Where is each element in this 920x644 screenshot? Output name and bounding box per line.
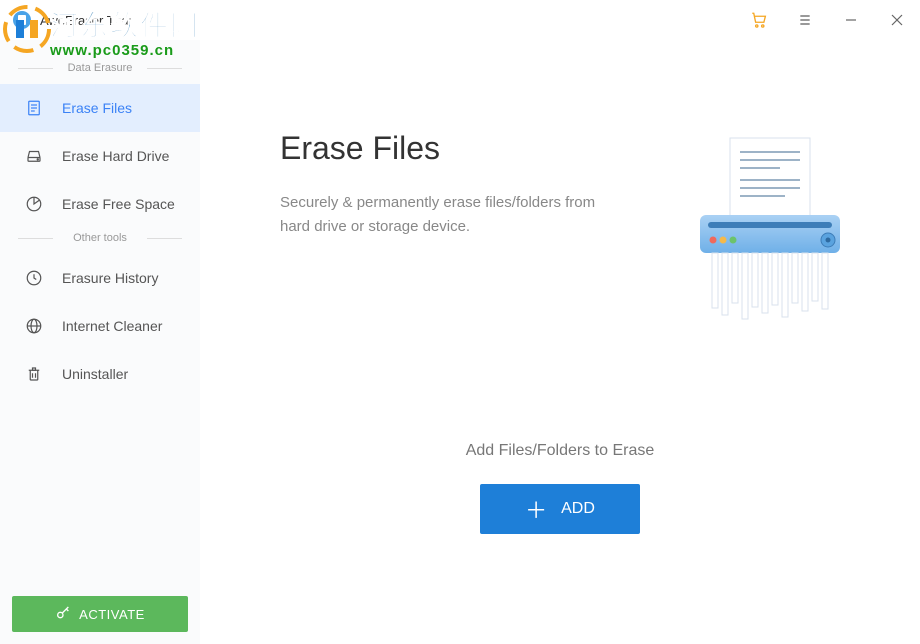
sidebar-section-other-tools: Other tools	[0, 232, 200, 244]
sidebar-section-data-erasure: Data Erasure	[0, 62, 200, 74]
activate-label: ACTIVATE	[79, 607, 145, 622]
key-icon	[55, 605, 71, 624]
sidebar-item-erase-files[interactable]: Erase Files	[0, 84, 200, 132]
menu-icon	[797, 12, 813, 28]
sidebar-item-erasure-history[interactable]: Erasure History	[0, 254, 200, 302]
sidebar-item-internet-cleaner[interactable]: Internet Cleaner	[0, 302, 200, 350]
page-description: Securely & permanently erase files/folde…	[280, 191, 620, 239]
sidebar-item-uninstaller[interactable]: Uninstaller	[0, 350, 200, 398]
app-icon	[12, 10, 32, 30]
app-title: AweEraser Trial	[40, 13, 132, 28]
sidebar-item-label: Erase Hard Drive	[62, 148, 169, 164]
add-hint-text: Add Files/Folders to Erase	[200, 442, 920, 460]
content-area: Erase Files Securely & permanently erase…	[200, 40, 920, 644]
sidebar-item-label: Erase Files	[62, 100, 132, 116]
cart-icon	[750, 11, 768, 29]
close-button[interactable]	[874, 0, 920, 40]
sidebar-item-label: Uninstaller	[62, 366, 128, 382]
trash-icon	[24, 364, 44, 384]
drive-icon	[24, 146, 44, 166]
sidebar-item-label: Erasure History	[62, 270, 158, 286]
close-icon	[891, 14, 903, 26]
page-title: Erase Files	[280, 130, 660, 167]
sidebar: Data Erasure Erase Files Erase Hard Driv…	[0, 40, 200, 644]
add-button-label: ADD	[561, 500, 595, 518]
clock-icon	[24, 268, 44, 288]
add-button[interactable]: ＋ ADD	[480, 484, 640, 534]
minimize-icon	[845, 14, 857, 26]
sidebar-item-erase-hard-drive[interactable]: Erase Hard Drive	[0, 132, 200, 180]
plus-icon: ＋	[525, 493, 547, 525]
activate-button[interactable]: ACTIVATE	[12, 596, 188, 632]
titlebar: AweEraser Trial	[0, 0, 920, 40]
sidebar-item-label: Erase Free Space	[62, 196, 175, 212]
globe-icon	[24, 316, 44, 336]
piechart-icon	[24, 194, 44, 214]
file-icon	[24, 98, 44, 118]
cart-button[interactable]	[736, 0, 782, 40]
shredder-illustration	[680, 130, 860, 330]
sidebar-item-label: Internet Cleaner	[62, 318, 162, 334]
minimize-button[interactable]	[828, 0, 874, 40]
menu-button[interactable]	[782, 0, 828, 40]
sidebar-item-erase-free-space[interactable]: Erase Free Space	[0, 180, 200, 228]
